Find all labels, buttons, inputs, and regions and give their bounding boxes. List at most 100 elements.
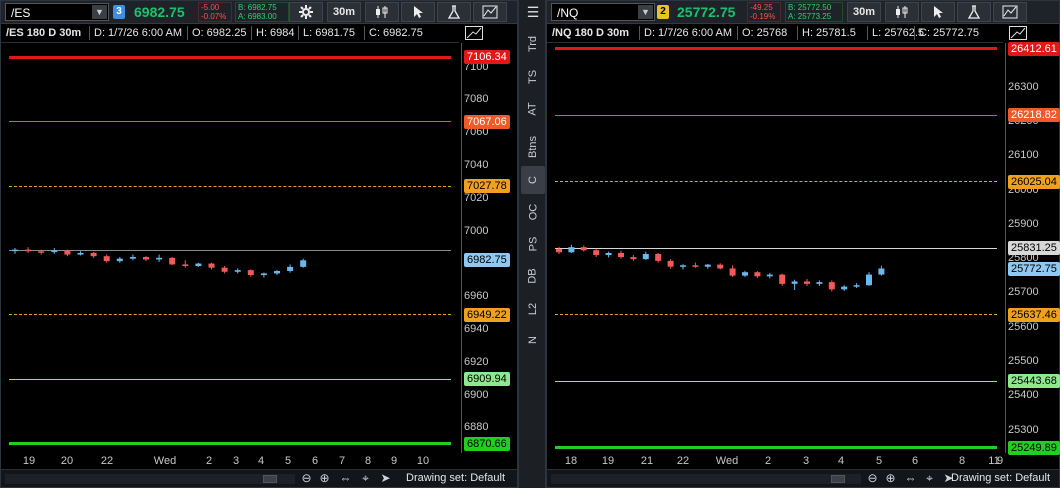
price-axis[interactable]: 2630026200261002600025900258002570025600… <box>1005 41 1060 455</box>
candlestick-style-icon <box>376 6 388 18</box>
zoom-out-icon[interactable]: ⊖ <box>299 471 314 486</box>
time-tick-label: 22 <box>676 455 690 467</box>
side-tab-n[interactable]: N <box>521 326 545 354</box>
candle <box>247 269 254 277</box>
time-tick-label: Wed <box>153 455 177 467</box>
time-tick-label: 4 <box>837 455 845 467</box>
chart-style-button[interactable] <box>365 2 399 22</box>
draw-trendline-icon[interactable] <box>465 26 483 40</box>
chart-panel-es: /ES ▼ 3 6982.75 -5.00 -0.07% B: 6982.75 … <box>0 0 518 488</box>
candle <box>791 279 798 291</box>
scrollbar-thumb[interactable] <box>831 475 845 483</box>
timeframe-button[interactable]: 30m <box>327 2 361 22</box>
price-chart-plot[interactable] <box>1 43 461 453</box>
candle <box>38 249 45 255</box>
candle-body <box>274 270 280 274</box>
drawing-set-label[interactable]: Drawing set: Default <box>951 472 1050 484</box>
link-group-badge[interactable]: 3 <box>113 5 125 19</box>
price-level-tag: 25443.68 <box>1008 374 1060 389</box>
timeframe-button[interactable]: 30m <box>847 2 881 22</box>
horizontal-scrollbar[interactable] <box>551 474 861 484</box>
net-change: -5.00 <box>201 3 220 12</box>
link-group-badge[interactable]: 2 <box>657 5 669 19</box>
cursor-button[interactable] <box>401 2 435 22</box>
side-tab-oc[interactable]: OC <box>521 198 545 226</box>
side-tab-c[interactable]: C <box>521 166 545 194</box>
bid-ask-box: B: 25772.50 A: 25773.25 <box>785 2 843 22</box>
price-level-tag: 7106.34 <box>464 50 510 65</box>
cursor-button[interactable] <box>921 2 955 22</box>
candle <box>77 251 84 256</box>
time-tick-label: 10 <box>416 455 430 467</box>
side-tab-ts[interactable]: TS <box>521 63 545 91</box>
pan-arrows-icon[interactable]: ⇔ <box>903 471 918 486</box>
chart-style-button[interactable] <box>885 2 919 22</box>
net-change-box: -5.00 -0.07% <box>198 2 232 22</box>
chart-toolbar: /NQ ▼ 2 25772.75 -49.25 -0.19% B: 25772.… <box>547 1 1059 24</box>
settings-button[interactable] <box>289 2 323 22</box>
percent-change: -0.19% <box>750 12 776 21</box>
price-chart-plot[interactable] <box>547 43 1005 453</box>
candle-body <box>556 248 562 253</box>
candle-body <box>804 281 810 284</box>
symbol-selector[interactable]: /NQ ▼ <box>551 3 655 21</box>
side-tab-btns[interactable]: Btns <box>521 130 545 164</box>
candle-body <box>195 263 202 267</box>
crosshair-icon[interactable]: ⌖ <box>922 471 937 486</box>
price-tick-label: 6920 <box>464 355 489 368</box>
drawing-set-label[interactable]: Drawing set: Default <box>406 472 505 484</box>
studies-button[interactable] <box>437 2 471 22</box>
time-tick-label: 3 <box>232 455 240 467</box>
side-tab-trd[interactable]: Trd <box>521 30 545 58</box>
candle <box>742 270 748 277</box>
side-tab-db[interactable]: DB <box>521 262 545 290</box>
scrollbar-thumb[interactable] <box>263 475 277 483</box>
symbol-selector[interactable]: /ES ▼ <box>5 3 109 21</box>
price-tick-label: 25700 <box>1008 286 1039 299</box>
draw-trendline-icon[interactable] <box>1009 26 1027 40</box>
settings-gear-icon <box>299 5 313 19</box>
candle <box>642 251 649 260</box>
price-axis[interactable]: 7100708070607040702070006980696069406920… <box>461 43 519 453</box>
price-level-tag: 6982.75 <box>464 252 510 267</box>
side-tab-l2[interactable]: L2 <box>521 295 545 323</box>
candle <box>25 247 32 253</box>
candle <box>156 254 163 262</box>
side-tab-at[interactable]: AT <box>521 95 545 123</box>
chevron-down-icon[interactable]: ▼ <box>638 5 653 19</box>
menu-icon[interactable]: ☰ <box>521 2 545 22</box>
chart-title: /ES 180 D 30m <box>6 27 82 39</box>
zoom-out-icon[interactable]: ⊖ <box>865 471 880 486</box>
drawing-tools-button[interactable] <box>993 2 1027 22</box>
pan-arrows-icon[interactable]: ⇔ <box>338 471 353 486</box>
ohlc-info-bar: /ES 180 D 30m D: 1/7/26 6:00 AM O: 6982.… <box>1 24 459 43</box>
candle-body <box>742 272 748 276</box>
zoom-in-icon[interactable]: ⊕ <box>317 471 332 486</box>
side-tab-ps[interactable]: PS <box>521 230 545 258</box>
crosshair-icon[interactable]: ⌖ <box>358 471 373 486</box>
candle <box>766 272 773 279</box>
candle-body <box>247 270 254 276</box>
candle-body <box>260 273 267 276</box>
candle <box>12 248 18 254</box>
candle-body <box>77 252 84 255</box>
candle-body <box>38 251 45 253</box>
pointer-icon[interactable]: ➤ <box>378 471 393 486</box>
zoom-in-icon[interactable]: ⊕ <box>883 471 898 486</box>
studies-button[interactable] <box>957 2 991 22</box>
candle-body <box>64 250 71 255</box>
drawing-tools-button[interactable] <box>473 2 507 22</box>
candle-body <box>129 257 136 259</box>
price-level-tag: 6909.94 <box>464 372 510 387</box>
horizontal-scrollbar[interactable] <box>5 474 295 484</box>
bar-close: C: 6982.75 <box>369 27 423 39</box>
price-tick-label: 7080 <box>464 93 489 106</box>
candle-body <box>208 263 215 268</box>
candle <box>630 255 637 261</box>
time-tick-label: 3 <box>802 455 810 467</box>
time-tick-label: 19 <box>22 455 36 467</box>
chevron-down-icon[interactable]: ▼ <box>92 5 107 19</box>
chart-title: /NQ 180 D 30m <box>552 27 630 39</box>
candle <box>667 259 674 269</box>
time-tick-label: Wed <box>715 455 739 467</box>
